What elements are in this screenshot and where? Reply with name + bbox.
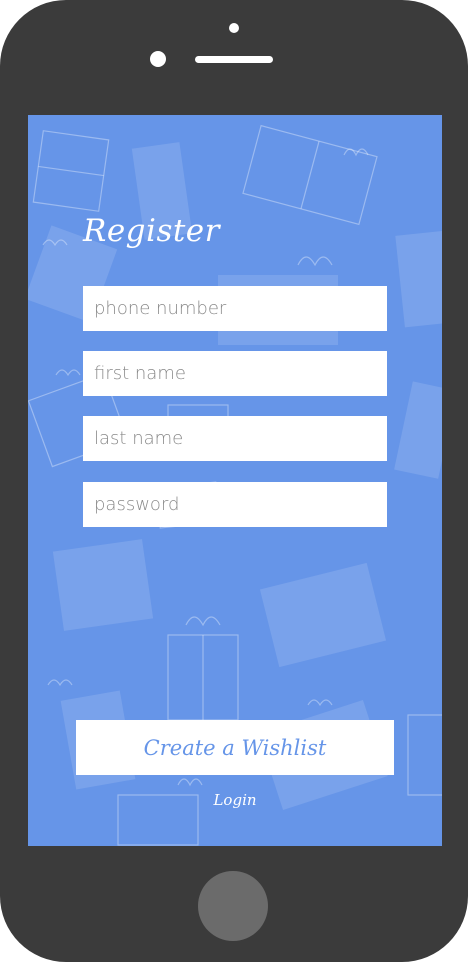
- front-camera: [150, 51, 166, 67]
- page-title: Register: [83, 213, 220, 249]
- register-screen: Register Create a Wishlist Login: [28, 115, 442, 846]
- password-input[interactable]: [83, 482, 387, 527]
- last-name-input[interactable]: [83, 416, 387, 461]
- phone-frame: Register Create a Wishlist Login: [0, 0, 468, 962]
- login-link[interactable]: Login: [28, 791, 442, 809]
- create-wishlist-button[interactable]: Create a Wishlist: [76, 720, 394, 775]
- first-name-input[interactable]: [83, 351, 387, 396]
- phone-number-input[interactable]: [83, 286, 387, 331]
- home-button[interactable]: [198, 871, 268, 941]
- sensor-dot: [229, 23, 239, 33]
- earpiece-speaker: [195, 56, 273, 63]
